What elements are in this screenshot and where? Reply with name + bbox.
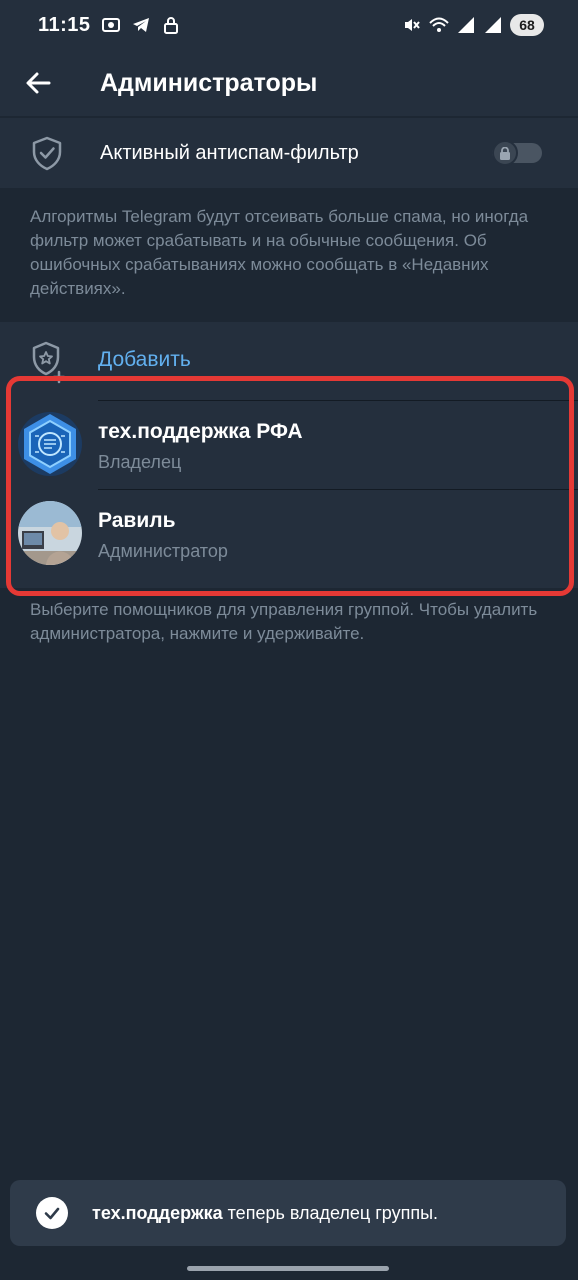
- back-button[interactable]: [8, 53, 68, 113]
- wifi-icon: [429, 17, 449, 32]
- battery-indicator: 68: [510, 14, 544, 36]
- signal-icon: [458, 17, 474, 33]
- lock-icon: [163, 17, 178, 34]
- antispam-toggle[interactable]: [492, 140, 542, 166]
- screenshot-icon: [101, 18, 120, 32]
- home-indicator[interactable]: [187, 1266, 389, 1271]
- arrow-left-icon: [26, 72, 51, 94]
- toast-bold-text: тех.поддержка: [92, 1202, 223, 1223]
- mute-icon: [405, 19, 420, 31]
- header: Администраторы: [0, 50, 578, 116]
- admins-hint: Выберите помощников для управления групп…: [30, 600, 538, 643]
- page-title: Администраторы: [100, 68, 318, 97]
- lock-icon: [500, 146, 510, 160]
- check-circle-icon: [36, 1197, 68, 1229]
- signal-r-icon: [485, 17, 501, 33]
- add-admin-label: Добавить: [98, 348, 191, 371]
- toast-message: тех.поддержка теперь владелец группы.: [92, 1203, 438, 1224]
- antispam-hint: Алгоритмы Telegram будут отсеивать больш…: [30, 207, 529, 298]
- toast-text: теперь владелец группы.: [222, 1202, 439, 1223]
- status-right: 68: [402, 14, 544, 36]
- highlight-frame: [6, 376, 574, 596]
- status-bar: 11:15 68: [0, 0, 578, 50]
- shield-check-icon: [32, 136, 62, 171]
- antispam-row[interactable]: Активный антиспам-фильтр: [0, 118, 578, 188]
- toggle-knob: [492, 140, 518, 166]
- telegram-icon: [132, 18, 149, 32]
- status-left: 11:15: [38, 14, 181, 37]
- status-time: 11:15: [38, 13, 91, 36]
- antispam-label: Активный антиспам-фильтр: [100, 141, 359, 164]
- toast-notification: тех.поддержка теперь владелец группы.: [10, 1180, 566, 1246]
